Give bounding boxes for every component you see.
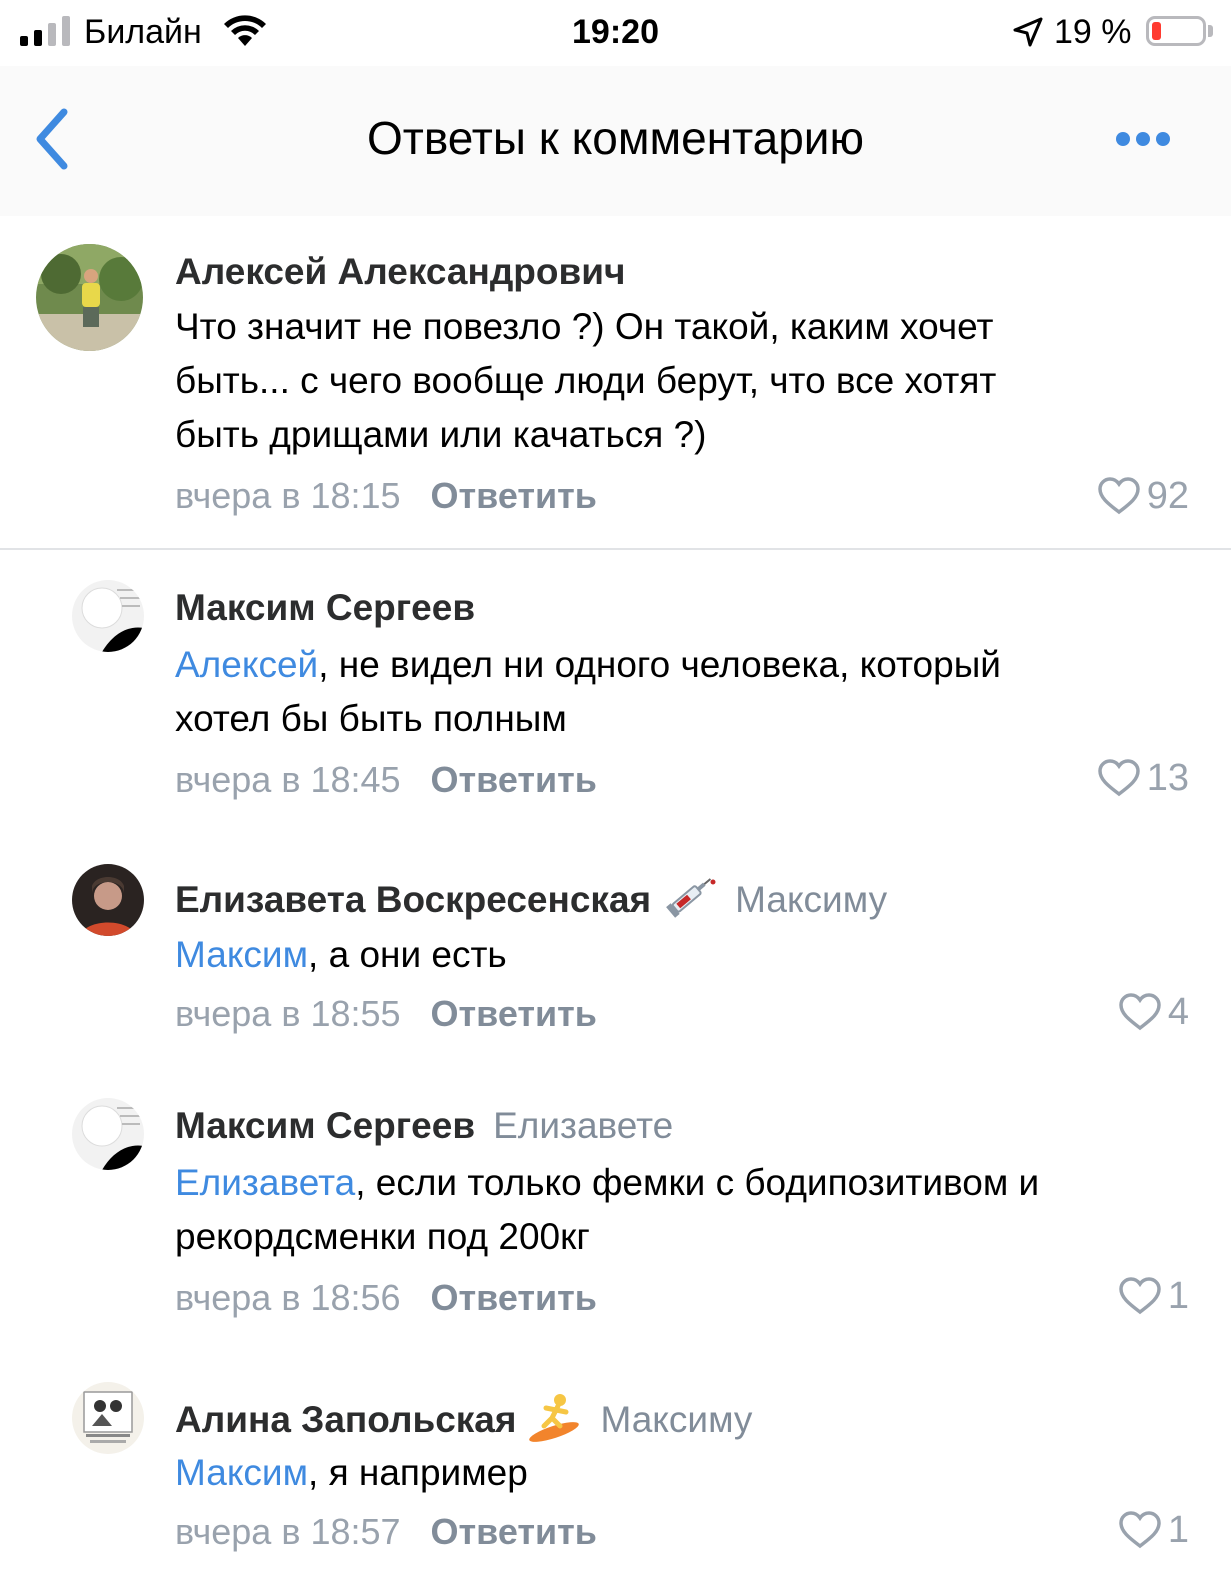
comment-text-line: , если только фемки с бодипозитивом и: [355, 1162, 1040, 1203]
comment-time: вчера в 18:15: [175, 475, 401, 516]
like-count: 1: [1167, 1275, 1189, 1317]
comment-text: Елизавета, если только фемки с бодипозит…: [175, 1156, 1205, 1264]
comment-item: Максим Сергеев Алексей, не видел ни одно…: [0, 550, 1231, 840]
like-button[interactable]: 13: [1097, 756, 1189, 800]
comment-text-line: , не видел ни одного человека, который: [318, 644, 1001, 685]
avatar-photo-icon: [72, 1098, 144, 1170]
mention-link[interactable]: Алексей: [175, 644, 318, 685]
battery-percent: 19 %: [1054, 13, 1132, 51]
comment-item: Максим Сергеев Елизавете Елизавета, если …: [0, 1070, 1231, 1360]
comment-time: вчера в 18:56: [175, 1277, 401, 1318]
mention-link[interactable]: Максим: [175, 1452, 308, 1493]
heart-icon: [1119, 993, 1161, 1031]
reply-button[interactable]: Ответить: [431, 1277, 597, 1318]
reply-button[interactable]: Ответить: [431, 759, 597, 800]
page-title: Ответы к комментарию: [366, 112, 864, 164]
avatar-photo-icon: [72, 864, 144, 936]
comment-text-line: быть дрищами или качаться ?): [175, 414, 707, 455]
status-time: 19:20: [572, 13, 659, 51]
avatar[interactable]: [72, 1098, 144, 1170]
mention-link[interactable]: Максим: [175, 934, 308, 975]
author-name[interactable]: Елизавета Воскресенская: [175, 879, 651, 920]
comment-text-line: рекордсменки под 200кг: [175, 1216, 590, 1257]
heart-icon: [1097, 477, 1140, 515]
reply-to-label[interactable]: Максиму: [735, 879, 887, 920]
comment-text: Максим, я например: [175, 1446, 1205, 1500]
comment-item: Алина Запольская Максиму Максим, я наприм…: [0, 1360, 1231, 1579]
comment-time: вчера в 18:45: [175, 759, 401, 800]
heart-icon: [1119, 1277, 1161, 1315]
reply-to-label[interactable]: Максиму: [600, 1399, 752, 1440]
battery-level: [1152, 22, 1161, 40]
surfer-emoji: [526, 1392, 582, 1452]
avatar[interactable]: [72, 1382, 144, 1454]
heart-icon: [1119, 1511, 1161, 1549]
status-bar: Билайн 19:20 19 %: [0, 0, 1231, 66]
author-name[interactable]: Максим Сергеев: [175, 587, 475, 628]
heart-icon: [1097, 759, 1140, 797]
like-button[interactable]: 1: [1118, 1508, 1189, 1552]
comment-text-line: , а они есть: [308, 934, 507, 975]
like-count: 1: [1167, 1509, 1189, 1551]
avatar[interactable]: [72, 864, 144, 936]
like-count: 92: [1146, 475, 1189, 517]
avatar-photo-icon: [72, 1382, 144, 1454]
like-button[interactable]: 1: [1118, 1274, 1189, 1318]
comment-text: Максим, а они есть: [175, 928, 1205, 982]
reply-to-label[interactable]: Елизавете: [493, 1105, 673, 1146]
avatar-photo-icon: [72, 580, 144, 652]
reply-button[interactable]: Ответить: [431, 993, 597, 1034]
mention-link[interactable]: Елизавета: [175, 1162, 355, 1203]
syringe-emoji: [661, 872, 717, 932]
avatar-photo-icon: [36, 244, 143, 351]
comment-text: Что значит не повезло ?) Он такой, каким…: [175, 300, 1205, 462]
comment-item: Алексей Александрович Что значит не пове…: [0, 216, 1231, 550]
reply-button[interactable]: Ответить: [431, 475, 597, 516]
reply-button[interactable]: Ответить: [431, 1511, 597, 1552]
avatar[interactable]: [72, 580, 144, 652]
battery-tip: [1208, 25, 1213, 37]
comment-text-line: хотел бы быть полным: [175, 698, 567, 739]
more-button[interactable]: [1104, 116, 1184, 160]
like-button[interactable]: 92: [1097, 474, 1189, 518]
avatar[interactable]: [36, 244, 143, 351]
author-name[interactable]: Максим Сергеев: [175, 1105, 475, 1146]
like-button[interactable]: 4: [1118, 990, 1189, 1034]
like-count: 13: [1146, 757, 1189, 799]
comment-time: вчера в 18:57: [175, 1511, 401, 1552]
comment-text-line: быть... с чего вообще люди берут, что вс…: [175, 360, 997, 401]
author-name[interactable]: Алексей Александрович: [175, 251, 626, 292]
comment-time: вчера в 18:55: [175, 993, 401, 1034]
author-name[interactable]: Алина Запольская: [175, 1399, 516, 1440]
comment-text-line: , я например: [308, 1452, 528, 1493]
comment-text-line: Что значит не повезло ?) Он такой, каким…: [175, 306, 994, 347]
like-count: 4: [1167, 991, 1189, 1033]
location-arrow-icon: [1013, 17, 1043, 47]
nav-bar: Ответы к комментарию: [0, 66, 1231, 216]
comment-text: Алексей, не видел ни одного человека, ко…: [175, 638, 1205, 746]
battery-icon: [1146, 16, 1206, 46]
comment-item: Елизавета Воскресенская Максиму Максим, а…: [0, 840, 1231, 1070]
